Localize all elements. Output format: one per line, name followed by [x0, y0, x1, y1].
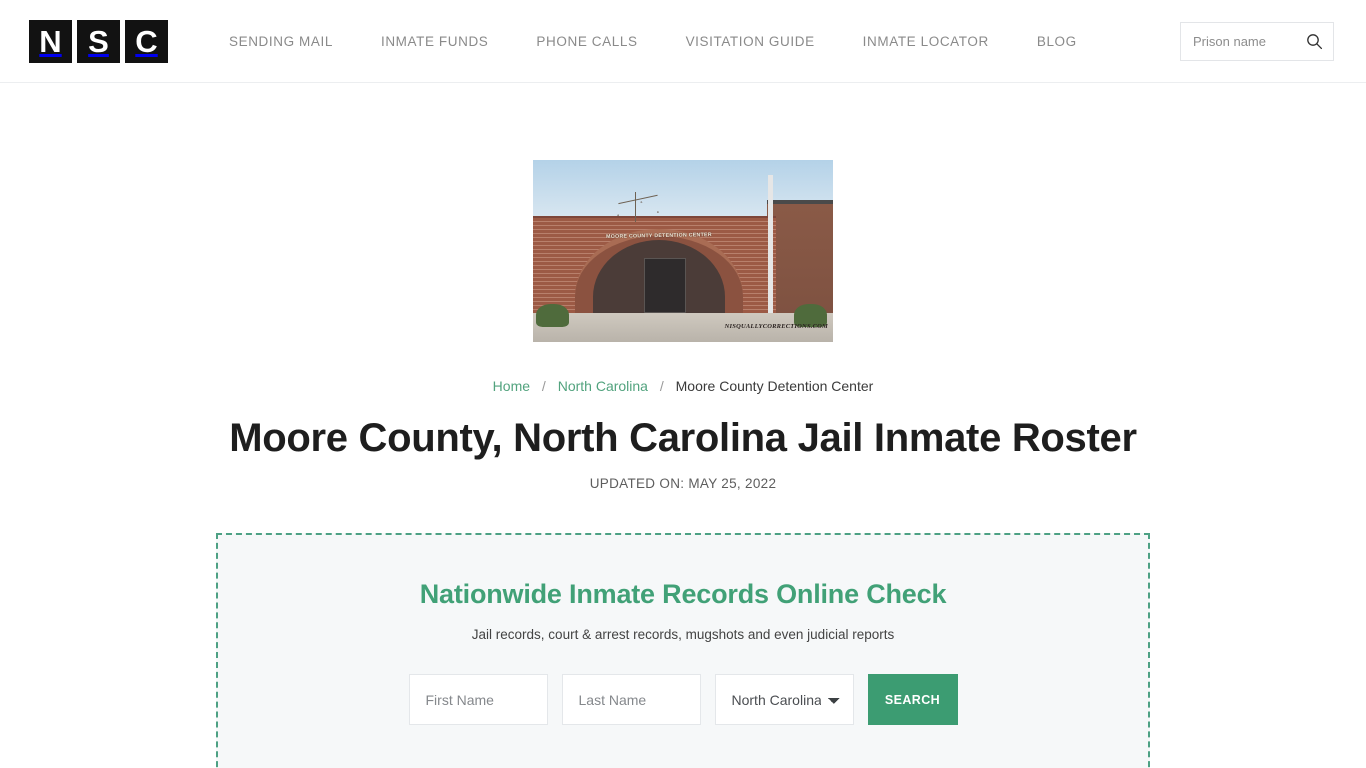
state-select[interactable]: North Carolina: [714, 674, 854, 725]
breadcrumb-separator-1: /: [541, 378, 546, 394]
header-search-box: [1180, 22, 1334, 61]
nav-item-inmate-locator[interactable]: INMATE LOCATOR: [839, 26, 1013, 57]
photo-shrub-left: [536, 303, 569, 328]
breadcrumb-link-state[interactable]: North Carolina: [558, 378, 648, 394]
breadcrumb-separator-2: /: [659, 378, 664, 394]
nav-item-sending-mail[interactable]: SENDING MAIL: [205, 26, 357, 57]
facility-photo: MOORE COUNTY DETENTION CENTER NISQUALLYC…: [533, 160, 833, 342]
search-icon[interactable]: [1305, 33, 1323, 51]
inmate-records-search-widget: Nationwide Inmate Records Online Check J…: [216, 533, 1150, 768]
page-body: MOORE COUNTY DETENTION CENTER NISQUALLYC…: [0, 83, 1366, 768]
logo-tile-s: S: [77, 19, 120, 63]
breadcrumb-current: Moore County Detention Center: [675, 378, 874, 394]
logo-tile-n: N: [29, 19, 72, 63]
photo-entry-door: [644, 258, 686, 313]
breadcrumb: Home / North Carolina / Moore County Det…: [0, 378, 1366, 394]
photo-watermark: NISQUALLYCORRECTIONS.COM: [724, 323, 828, 330]
search-button[interactable]: SEARCH: [867, 674, 958, 725]
inmate-search-form: North Carolina SEARCH: [218, 674, 1148, 725]
updated-on-text: UPDATED ON: MAY 25, 2022: [589, 476, 777, 491]
nav-item-phone-calls[interactable]: PHONE CALLS: [512, 26, 661, 57]
site-header: N S C SENDING MAIL INMATE FUNDS PHONE CA…: [0, 0, 1366, 83]
nav-item-visitation-guide[interactable]: VISITATION GUIDE: [662, 26, 839, 57]
nav-item-inmate-funds[interactable]: INMATE FUNDS: [357, 26, 512, 57]
page-title: Moore County, North Carolina Jail Inmate…: [229, 416, 1137, 460]
last-name-input[interactable]: [561, 674, 701, 725]
breadcrumb-link-home[interactable]: Home: [493, 378, 530, 394]
photo-tree: [605, 189, 671, 222]
nav-item-blog[interactable]: BLOG: [1013, 26, 1101, 57]
prison-name-search-input[interactable]: [1191, 33, 1301, 50]
logo-tile-c: C: [125, 19, 168, 63]
widget-subtitle: Jail records, court & arrest records, mu…: [471, 627, 895, 642]
photo-flagpole: [768, 174, 773, 317]
first-name-input[interactable]: [408, 674, 548, 725]
site-logo[interactable]: N S C: [29, 19, 168, 63]
widget-title: Nationwide Inmate Records Online Check: [419, 579, 947, 609]
primary-navigation: SENDING MAIL INMATE FUNDS PHONE CALLS VI…: [205, 26, 1101, 57]
